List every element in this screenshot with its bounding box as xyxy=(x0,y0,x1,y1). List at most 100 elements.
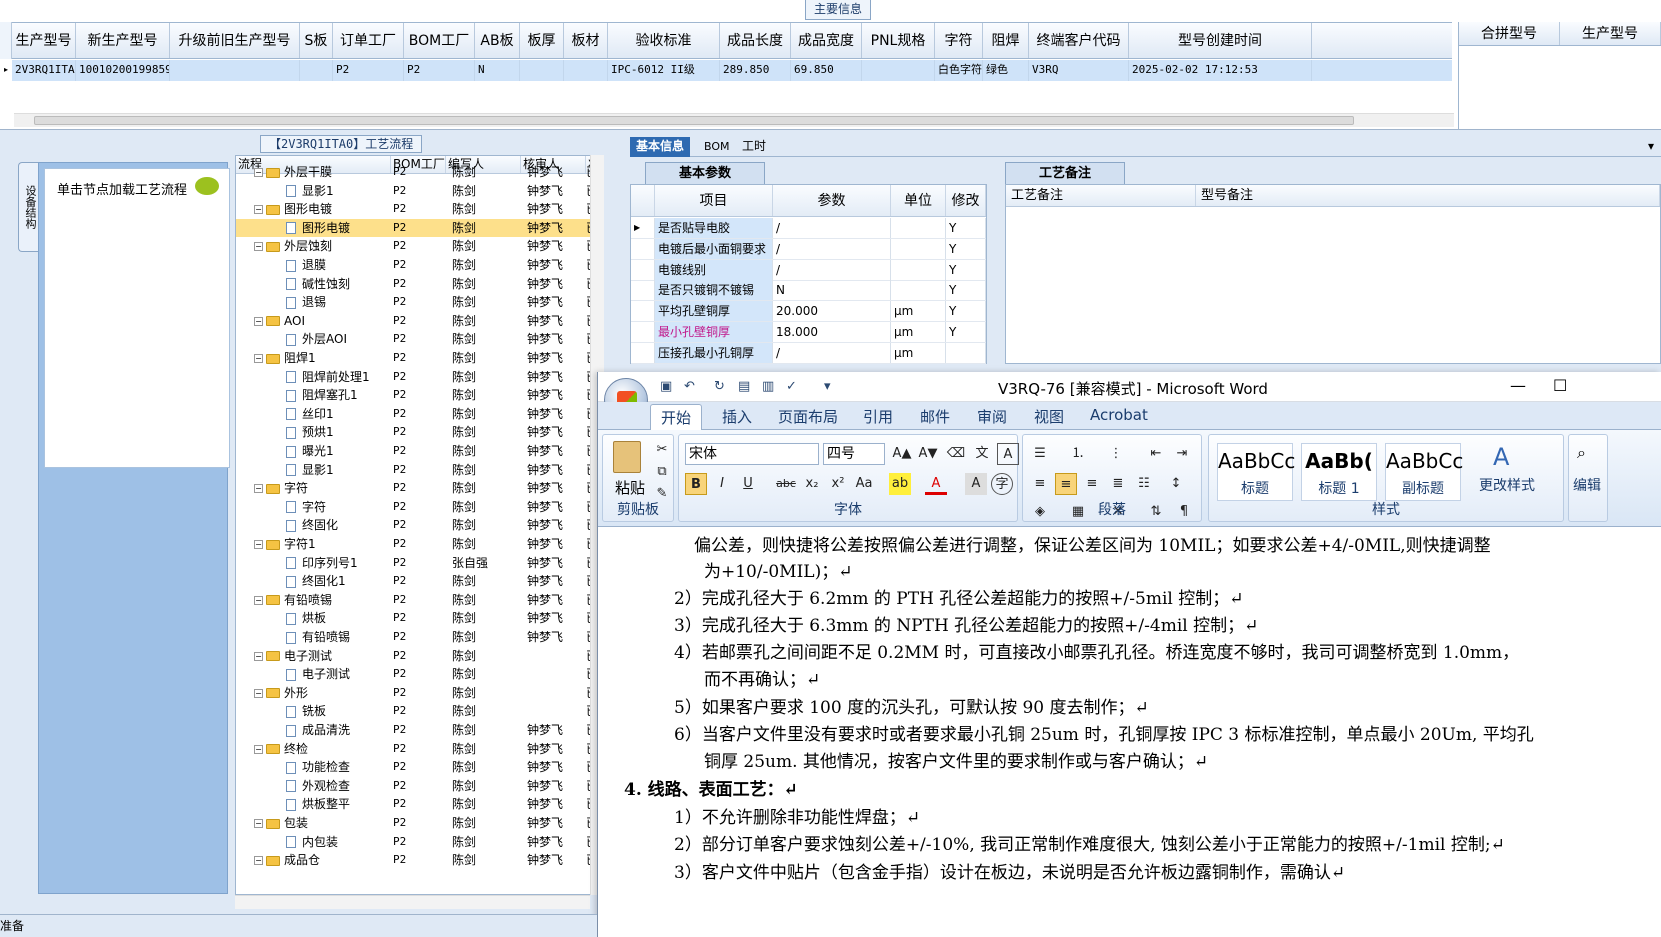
change-case-button[interactable]: Aa xyxy=(853,473,875,495)
tab-menu-chevron-icon[interactable]: ▾ xyxy=(1642,137,1660,157)
param-row[interactable]: 电镀线别 / Y xyxy=(631,259,986,281)
grid-col-header[interactable]: S板 xyxy=(300,23,333,58)
param-value-cell[interactable]: / xyxy=(773,218,891,238)
paste-icon[interactable] xyxy=(613,441,641,473)
grid-col-header[interactable]: 订单工厂 xyxy=(333,23,404,58)
grid-col-header[interactable]: 验收标准 xyxy=(608,23,720,58)
tab-work-hours[interactable]: 工时 xyxy=(736,137,772,157)
tree-row[interactable]: 电子测试P2陈剑已上R xyxy=(236,665,601,684)
param-value-cell[interactable]: N xyxy=(773,280,891,301)
superscript-button[interactable]: x² xyxy=(827,473,849,495)
print-preview-icon[interactable]: ▥ xyxy=(762,379,774,394)
tree-row[interactable]: −外形P2陈剑已上R xyxy=(236,684,601,703)
grid-col-header[interactable]: AB板 xyxy=(475,23,520,58)
enclose-char-icon[interactable]: 字 xyxy=(991,473,1013,495)
tree-row[interactable]: 阻焊塞孔1P2陈剑钟梦飞已上R xyxy=(236,386,601,405)
minimize-icon[interactable]: — xyxy=(1510,376,1526,395)
side-tab-equipment[interactable]: 设备结构 xyxy=(18,162,40,252)
param-value-cell[interactable]: 20.000 xyxy=(773,301,891,322)
tree-node[interactable]: 显影1 xyxy=(236,461,391,480)
grid-cell[interactable]: 289.850 xyxy=(720,60,791,81)
tree-row[interactable]: −阻焊1P2陈剑钟梦飞已上R xyxy=(236,349,601,368)
multilevel-list-icon[interactable]: ⋮ xyxy=(1105,443,1127,465)
tree-node[interactable]: 烘板整平 xyxy=(236,795,391,814)
tree-node[interactable]: 内包装 xyxy=(236,833,391,852)
tree-node[interactable]: 终固化1 xyxy=(236,572,391,591)
tab-home[interactable]: 开始 xyxy=(650,404,703,431)
tree-row[interactable]: 外层AOIP2陈剑钟梦飞已上R xyxy=(236,330,601,349)
tab-page-layout[interactable]: 页面布局 xyxy=(778,406,838,427)
grow-font-icon[interactable]: A▲ xyxy=(891,443,913,465)
tree-row[interactable]: −包装P2陈剑钟梦飞已上R xyxy=(236,814,601,833)
tree-row[interactable]: 内包装P2陈剑钟梦飞已上R xyxy=(236,833,601,852)
grid-cell[interactable] xyxy=(520,60,564,81)
align-left-icon[interactable]: ≡ xyxy=(1029,473,1051,495)
shrink-font-icon[interactable]: A▼ xyxy=(917,443,939,465)
tree-node[interactable]: 外观检查 xyxy=(236,777,391,796)
collapse-icon[interactable]: − xyxy=(254,242,263,252)
increase-indent-icon[interactable]: ⇥ xyxy=(1171,443,1193,465)
param-row[interactable]: 压接孔最小孔铜厚 / μm xyxy=(631,342,986,364)
style-subtitle[interactable]: AaBbCc 副标题 xyxy=(1385,443,1463,501)
grid-col-header[interactable]: BOM工厂 xyxy=(404,23,475,58)
document-body[interactable]: 偏公差，则快捷将公差按照偏公差进行调整，保证公差区间为 10MIL；如要求公差+… xyxy=(598,527,1661,937)
tree-node[interactable]: 退锡 xyxy=(236,293,391,312)
font-name-select[interactable]: 宋体 xyxy=(685,443,819,465)
tree-row[interactable]: −AOIP2陈剑钟梦飞已上R xyxy=(236,312,601,331)
tree-node[interactable]: − 外层干膜 xyxy=(236,163,391,182)
tree-row[interactable]: 终固化1P2陈剑钟梦飞已上R xyxy=(236,572,601,591)
open-icon[interactable]: ▤ xyxy=(738,379,750,394)
subscript-button[interactable]: x₂ xyxy=(801,473,823,495)
font-size-select[interactable]: 四号 xyxy=(823,443,885,465)
col-item[interactable]: 项目 xyxy=(655,185,773,216)
tree-row[interactable]: 印序列号1P2张自强钟梦飞已上R xyxy=(236,554,601,573)
tree-row[interactable]: 有铅喷锡P2陈剑钟梦飞已上R xyxy=(236,628,601,647)
merged-model-header[interactable]: 合拼型号 xyxy=(1459,22,1560,45)
collapse-icon[interactable]: − xyxy=(254,688,263,698)
numbering-icon[interactable]: ⒈ xyxy=(1067,443,1089,465)
tab-insert[interactable]: 插入 xyxy=(722,406,752,427)
tree-row[interactable]: 显影1P2陈剑钟梦飞已上R xyxy=(236,461,601,480)
strikethrough-button[interactable]: abc xyxy=(775,473,797,495)
tab-acrobat[interactable]: Acrobat xyxy=(1090,406,1148,424)
collapse-icon[interactable]: − xyxy=(254,819,263,828)
grid-col-header[interactable]: 升级前旧生产型号 xyxy=(170,23,300,58)
tree-node[interactable]: − 有铅喷锡 xyxy=(236,591,391,610)
collapse-icon[interactable]: − xyxy=(254,168,263,177)
tab-view[interactable]: 视图 xyxy=(1034,406,1064,427)
grid-col-header[interactable]: 板厚 xyxy=(520,23,564,58)
param-row[interactable]: 电镀后最小面铜要求 / Y xyxy=(631,238,986,260)
param-value-cell[interactable]: 18.000 xyxy=(773,322,891,342)
grid-cell[interactable]: P2 xyxy=(333,60,404,81)
collapse-icon[interactable]: − xyxy=(254,205,263,215)
nav-box[interactable]: 单击节点加载工艺流程 xyxy=(44,168,230,468)
grid-col-header[interactable]: 型号创建时间 xyxy=(1129,23,1312,58)
grid-cell[interactable]: 2025-02-02 17:12:53 xyxy=(1129,60,1312,81)
distributed-icon[interactable]: ☷ xyxy=(1133,473,1155,495)
change-styles-label[interactable]: 更改样式 xyxy=(1479,475,1535,495)
param-value-cell[interactable]: / xyxy=(773,259,891,280)
tree-row[interactable]: 外观检查P2陈剑钟梦飞已上R xyxy=(236,777,601,796)
grid-col-header[interactable]: 板材 xyxy=(564,23,608,58)
change-styles-icon[interactable]: A xyxy=(1493,443,1509,471)
col-param[interactable]: 参数 xyxy=(773,185,891,216)
tree-row[interactable]: −电子测试P2陈剑已上R xyxy=(236,647,601,666)
style-title[interactable]: AaBbCc 标题 xyxy=(1217,443,1295,501)
tree-row[interactable]: 烘板整平P2陈剑钟梦飞已上R xyxy=(236,795,601,814)
italic-button[interactable]: I xyxy=(711,473,733,495)
tree-node[interactable]: − 外层蚀刻 xyxy=(236,237,391,256)
flow-tree[interactable]: 流程 BOM工厂 编写人 核审人 状态 −外层干膜P2陈剑钟梦飞已上R显影1P2… xyxy=(235,155,602,895)
tree-row[interactable]: −有铅喷锡P2陈剑钟梦飞已上R xyxy=(236,591,601,610)
tree-row[interactable]: 字符P2陈剑钟梦飞已上R xyxy=(236,498,601,517)
tree-node[interactable]: 外层AOI xyxy=(236,330,391,349)
collapse-icon[interactable]: − xyxy=(254,856,263,866)
param-row[interactable]: 平均孔壁铜厚 20.000 μm Y xyxy=(631,301,986,323)
collapse-icon[interactable]: − xyxy=(254,354,263,363)
tree-row[interactable]: −字符1P2陈剑钟梦飞已上R xyxy=(236,535,601,554)
collapse-icon[interactable]: − xyxy=(254,744,263,754)
tab-review[interactable]: 审阅 xyxy=(977,406,1007,427)
font-color-icon[interactable]: A xyxy=(925,473,947,495)
tree-node[interactable]: − 成品仓 xyxy=(236,851,391,870)
char-shading-icon[interactable]: A xyxy=(965,473,987,495)
tree-node[interactable]: 退膜 xyxy=(236,256,391,275)
